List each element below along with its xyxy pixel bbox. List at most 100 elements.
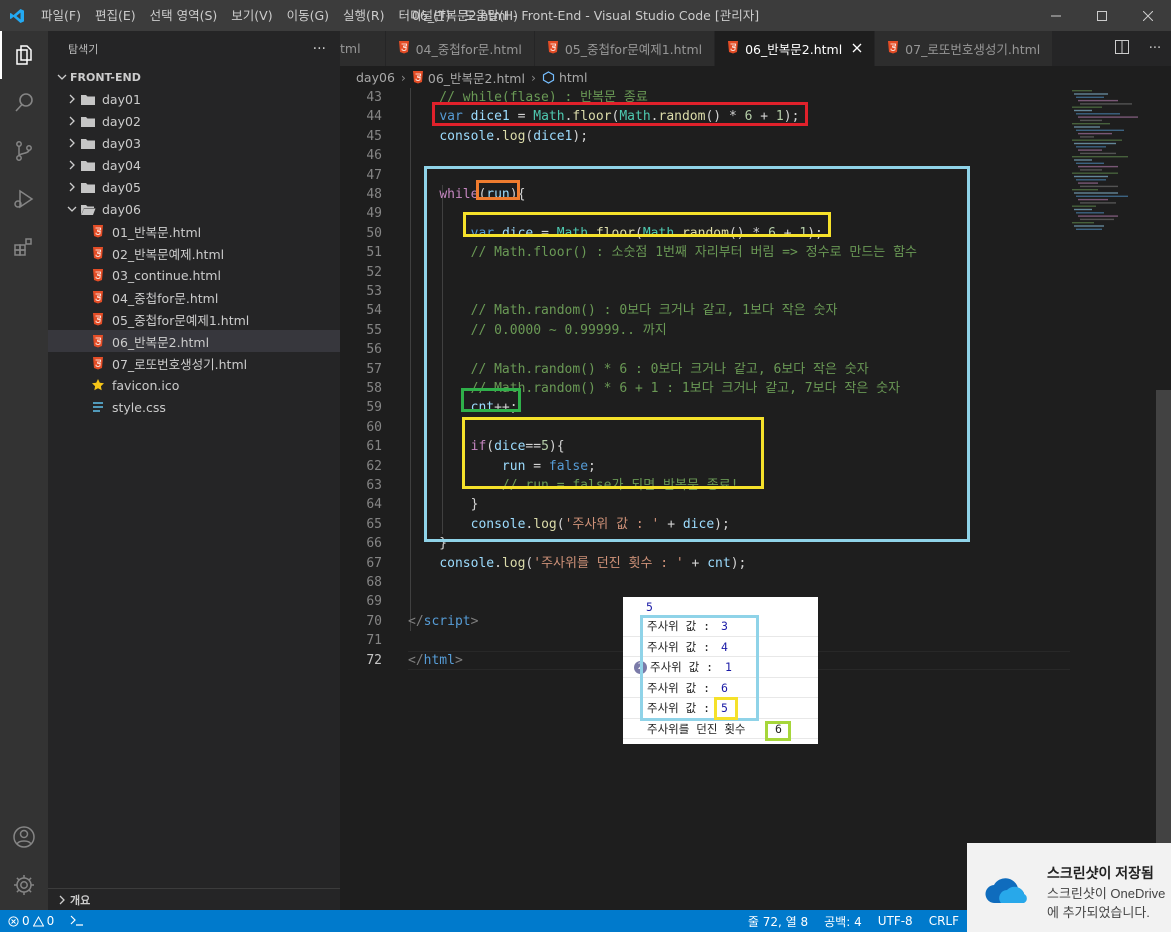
end-of-line[interactable]: CRLF: [921, 914, 967, 928]
file-item[interactable]: 01_반복문.html: [48, 220, 340, 242]
code-line[interactable]: 68: [340, 573, 1070, 592]
file-item[interactable]: favicon.ico: [48, 374, 340, 396]
code-line[interactable]: 59 cnt++;: [340, 398, 1070, 417]
code-line[interactable]: 51 // Math.floor() : 소숫점 1번째 자리부터 버림 => …: [340, 243, 1070, 262]
file-item[interactable]: 06_반복문2.html: [48, 330, 340, 352]
error-icon: [8, 915, 19, 927]
tab-active[interactable]: 06_반복문2.html: [715, 31, 876, 66]
file-item[interactable]: 02_반복문예제.html: [48, 242, 340, 264]
code-line[interactable]: 65 console.log('주사위 값 : ' + dice);: [340, 515, 1070, 534]
menu-item[interactable]: 도움말(H): [457, 0, 525, 31]
file-item[interactable]: 05_중첩for문예제1.html: [48, 308, 340, 330]
screenshot-toast[interactable]: 스크린샷이 저장됨 스크린샷이 OneDrive에 추가되었습니다.: [967, 843, 1171, 932]
code-line[interactable]: 67 console.log('주사위를 던진 횟수 : ' + cnt);: [340, 554, 1070, 573]
code-token: >: [454, 652, 463, 668]
close-tab-icon[interactable]: [852, 41, 862, 56]
line-number: 50: [366, 225, 382, 241]
code-line[interactable]: 45 console.log(dice1);: [340, 127, 1070, 146]
code-text: // while(flase) : 반복문 종료: [408, 88, 648, 107]
code-line[interactable]: 50 var dice = Math.floor(Math.random() *…: [340, 224, 1070, 243]
maximize-button[interactable]: [1079, 0, 1125, 31]
problems-indicator[interactable]: 0 0: [0, 914, 62, 928]
run-debug-icon[interactable]: [0, 175, 48, 223]
code-line[interactable]: 48 while(run){: [340, 185, 1070, 204]
code-token: );: [714, 516, 730, 532]
folder-day02[interactable]: day02: [48, 110, 340, 132]
file-item[interactable]: 07_로또번호생성기.html: [48, 352, 340, 374]
split-editor-icon[interactable]: [1114, 39, 1129, 58]
more-actions-button[interactable]: ···: [313, 41, 326, 57]
minimap-line: [1078, 215, 1118, 217]
indentation[interactable]: 공백: 4: [816, 913, 870, 930]
code-line[interactable]: 64 }: [340, 495, 1070, 514]
account-icon[interactable]: [0, 813, 48, 861]
minimize-button[interactable]: [1033, 0, 1079, 31]
code-line[interactable]: 60: [340, 418, 1070, 437]
code-line[interactable]: 58 // Math.random() * 6 + 1 : 1보다 크거나 같고…: [340, 379, 1070, 398]
code-line[interactable]: 49: [340, 204, 1070, 223]
file-item[interactable]: 04_중첩for문.html: [48, 286, 340, 308]
menu-item[interactable]: 이동(G): [280, 0, 336, 31]
breadcrumb-file[interactable]: 06_반복문2.html: [428, 68, 525, 87]
file-item[interactable]: 03_continue.html: [48, 264, 340, 286]
extensions-icon[interactable]: [0, 223, 48, 271]
tab[interactable]: 04_중첩for문.html: [385, 31, 535, 66]
file-label: style.css: [112, 399, 166, 415]
live-share-icon[interactable]: [62, 914, 92, 929]
code-line[interactable]: 57 // Math.random() * 6 : 0보다 크거나 같고, 6보…: [340, 360, 1070, 379]
code-line[interactable]: 55 // 0.0000 ~ 0.99999.. 까지: [340, 321, 1070, 340]
folder-day04[interactable]: day04: [48, 154, 340, 176]
folder-day01[interactable]: day01: [48, 88, 340, 110]
breadcrumb-folder[interactable]: day06: [356, 70, 395, 85]
folder-day06[interactable]: day06: [48, 198, 340, 220]
code-line[interactable]: 43 // while(flase) : 반복문 종료: [340, 88, 1070, 107]
workspace-root[interactable]: FRONT-END: [48, 66, 340, 88]
menu-item[interactable]: 파일(F): [34, 0, 88, 31]
code-token: var: [470, 225, 495, 241]
menu-item[interactable]: 실행(R): [336, 0, 391, 31]
menu-item[interactable]: 선택 영역(S): [143, 0, 225, 31]
code-line[interactable]: 44 var dice1 = Math.floor(Math.random() …: [340, 107, 1070, 126]
source-control-icon[interactable]: [0, 127, 48, 175]
search-icon[interactable]: [0, 79, 48, 127]
code-text: </html>: [408, 651, 463, 670]
vertical-scrollbar[interactable]: [1156, 390, 1171, 910]
encoding[interactable]: UTF-8: [870, 914, 921, 928]
code-line[interactable]: 62 run = false;: [340, 457, 1070, 476]
code-line[interactable]: 66 }: [340, 534, 1070, 553]
settings-gear-icon[interactable]: [0, 861, 48, 909]
minimap-line: [1078, 99, 1118, 102]
minimap-line: [1076, 96, 1104, 98]
more-actions-icon[interactable]: ···: [1149, 41, 1161, 56]
menu-item[interactable]: 편집(E): [88, 0, 143, 31]
html-icon: [90, 267, 106, 283]
code-line[interactable]: 63 // run = false가 되면 반복문 종료!: [340, 476, 1070, 495]
console-label: 주사위 값 :: [647, 619, 718, 633]
tab[interactable]: 05_중첩for문예제1.html: [534, 31, 716, 66]
console-value: 1: [725, 660, 732, 674]
code-line[interactable]: 56: [340, 340, 1070, 359]
code-line[interactable]: 54 // Math.random() : 0보다 크거나 같고, 1보다 작은…: [340, 301, 1070, 320]
outline-section[interactable]: 개요: [48, 888, 340, 910]
file-item[interactable]: style.css: [48, 396, 340, 418]
code-line[interactable]: 61 if(dice==5){: [340, 437, 1070, 456]
code-line[interactable]: 53: [340, 282, 1070, 301]
menu-item[interactable]: 터미널(T): [392, 0, 458, 31]
code-token: Math: [642, 225, 675, 241]
breadcrumb-symbol[interactable]: html: [559, 70, 587, 85]
cursor-position[interactable]: 줄 72, 열 8: [740, 913, 816, 930]
tab[interactable]: 07_로또번호생성기.html: [875, 31, 1054, 66]
minimap[interactable]: [1070, 88, 1156, 910]
code-token: cnt: [707, 555, 731, 571]
code-line[interactable]: 47: [340, 166, 1070, 185]
css-icon: [90, 399, 106, 415]
folder-day03[interactable]: day03: [48, 132, 340, 154]
code-line[interactable]: 46: [340, 146, 1070, 165]
code-line[interactable]: 52: [340, 263, 1070, 282]
close-window-button[interactable]: [1125, 0, 1171, 31]
explorer-icon[interactable]: [0, 31, 48, 79]
folder-day05[interactable]: day05: [48, 176, 340, 198]
tab[interactable]: tml: [340, 31, 386, 66]
code-editor[interactable]: 43 // while(flase) : 반복문 종료 44 var dice1 …: [340, 88, 1070, 910]
menu-item[interactable]: 보기(V): [224, 0, 279, 31]
